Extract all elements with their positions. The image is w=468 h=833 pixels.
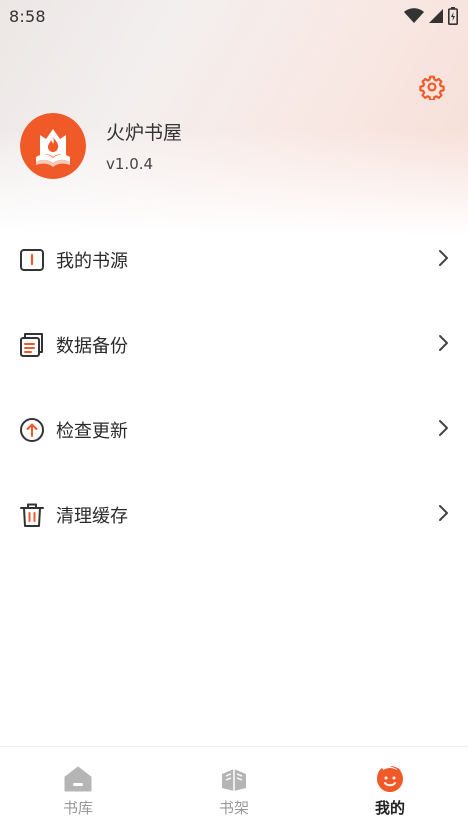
menu-item-check-update[interactable]: 检查更新 <box>0 387 468 472</box>
tab-label: 我的 <box>374 799 405 817</box>
menu-item-book-sources[interactable]: 我的书源 <box>0 217 468 302</box>
status-bar: 8:58 <box>0 0 468 32</box>
books-icon <box>220 765 248 793</box>
chevron-right-icon <box>438 249 450 271</box>
status-time: 8:58 <box>9 6 46 26</box>
menu-item-label: 清理缓存 <box>56 505 128 527</box>
book-source-icon <box>19 247 45 273</box>
backup-icon <box>19 332 45 358</box>
settings-button[interactable] <box>418 75 446 103</box>
battery-icon <box>448 7 458 25</box>
home-icon <box>64 765 92 793</box>
wifi-icon <box>404 8 424 24</box>
menu-item-label: 数据备份 <box>56 335 128 357</box>
menu-item-clear-cache[interactable]: 清理缓存 <box>0 472 468 557</box>
update-icon <box>19 417 45 443</box>
app-name: 火炉书屋 <box>106 122 183 144</box>
menu-item-label: 我的书源 <box>56 250 128 272</box>
status-icons <box>404 7 458 25</box>
tab-bookshelf[interactable]: 书架 <box>156 747 312 833</box>
chevron-right-icon <box>438 504 450 526</box>
profile-icon <box>376 765 404 793</box>
trash-icon <box>19 502 45 528</box>
chevron-right-icon <box>438 334 450 356</box>
tab-label: 书架 <box>218 799 249 817</box>
signal-icon <box>428 8 444 24</box>
menu-item-data-backup[interactable]: 数据备份 <box>0 302 468 387</box>
settings-menu: 我的书源 数据备份 检查更新 清理缓存 <box>0 217 468 557</box>
avatar <box>20 113 86 179</box>
menu-item-label: 检查更新 <box>56 420 128 442</box>
bottom-tab-bar: 书库 书架 我的 <box>0 746 468 833</box>
flame-book-logo <box>20 113 86 179</box>
chevron-right-icon <box>438 419 450 441</box>
app-version: v1.0.4 <box>106 155 154 173</box>
tab-library[interactable]: 书库 <box>0 747 156 833</box>
tab-mine[interactable]: 我的 <box>312 747 468 833</box>
tab-label: 书库 <box>62 799 93 817</box>
gear-icon <box>419 74 445 104</box>
